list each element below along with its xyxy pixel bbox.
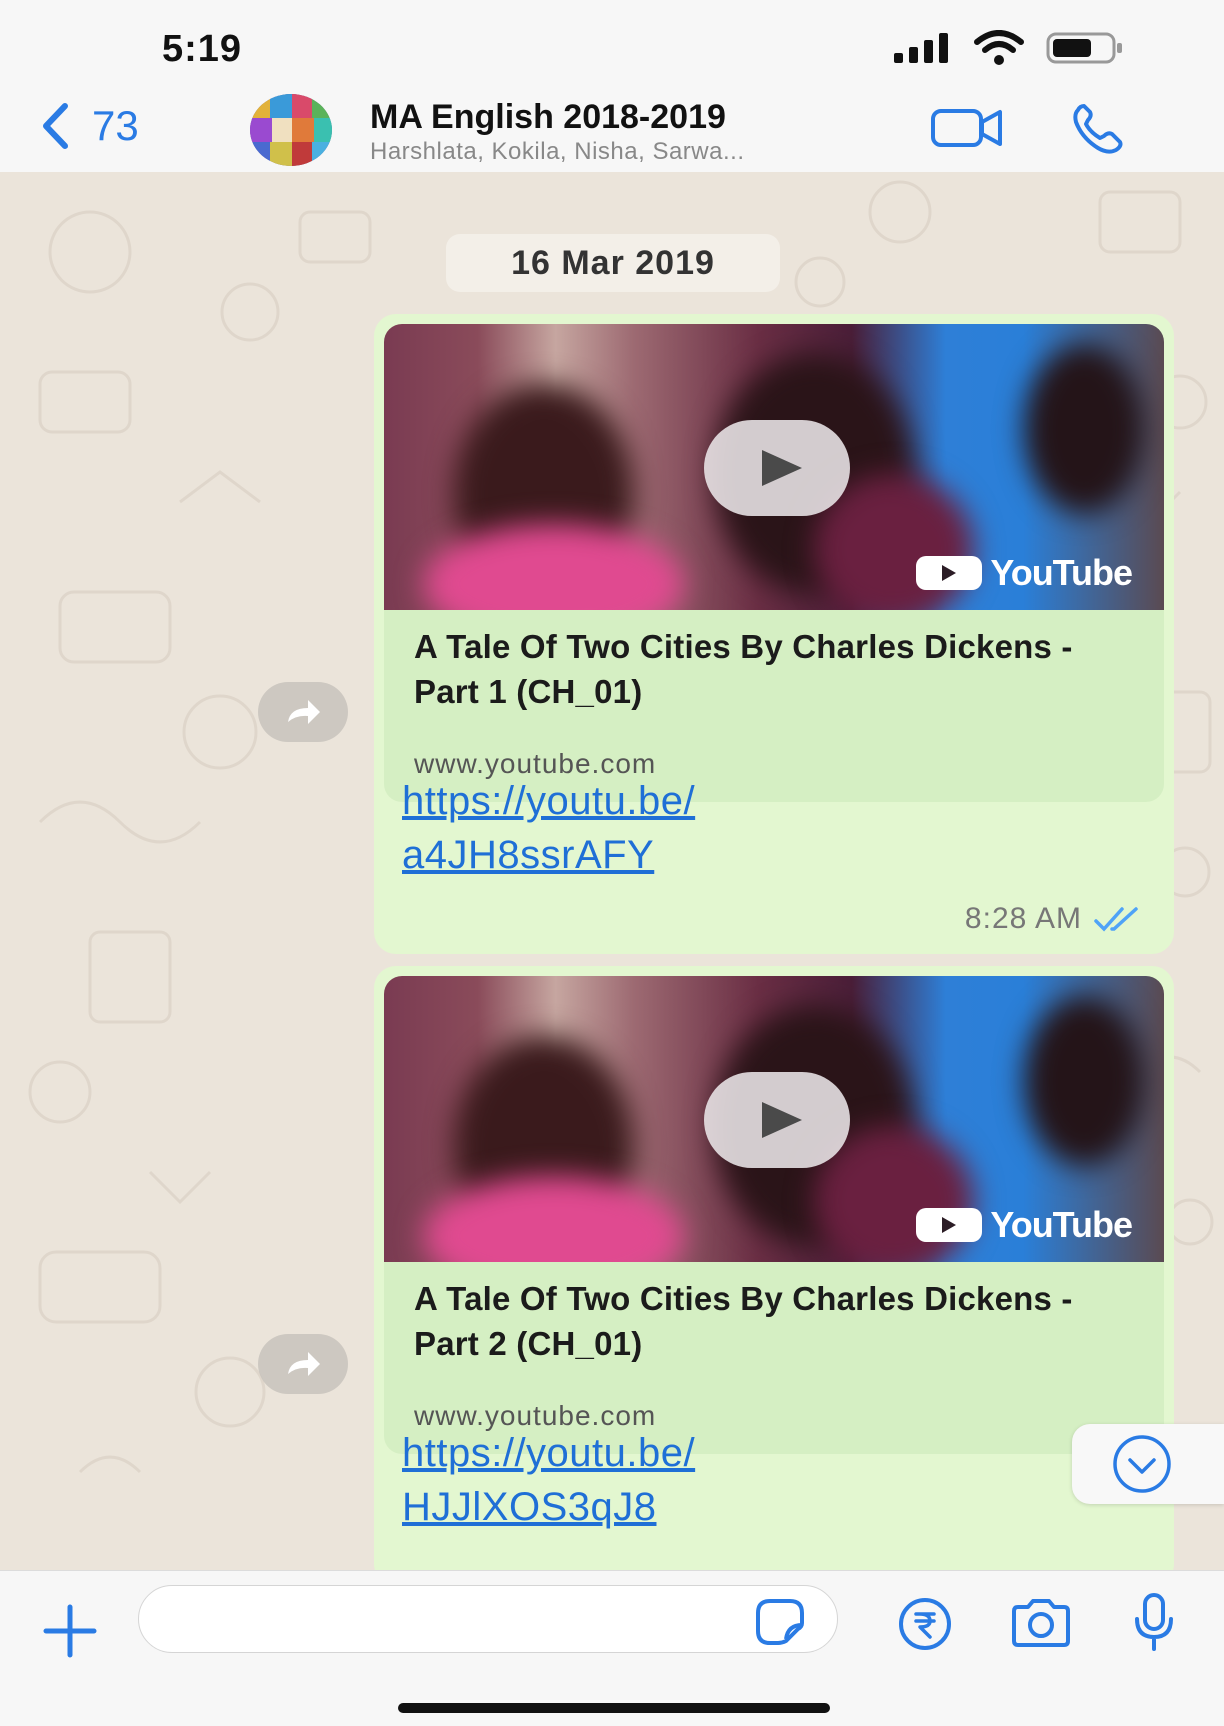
battery-icon [1046, 32, 1122, 64]
attach-button[interactable] [40, 1601, 100, 1666]
forward-arrow-icon [288, 700, 320, 724]
youtube-wordmark: YouTube [990, 1204, 1133, 1245]
wifi-icon [974, 30, 1024, 65]
video-thumbnail[interactable]: YouTube [384, 976, 1164, 1262]
message-link[interactable]: https://youtu.be/ a4JH8ssrAFY [402, 774, 695, 882]
phone-icon [1073, 104, 1123, 154]
forward-button[interactable] [258, 682, 348, 742]
video-call-button[interactable] [930, 108, 1004, 153]
play-icon [762, 1102, 802, 1138]
scroll-to-bottom-button[interactable] [1072, 1424, 1224, 1504]
plus-icon [43, 1604, 97, 1658]
payment-button[interactable] [896, 1595, 954, 1658]
back-button[interactable]: 73 [40, 102, 139, 150]
message-input[interactable] [138, 1585, 838, 1653]
home-indicator[interactable] [398, 1703, 830, 1713]
camera-icon [1012, 1599, 1070, 1647]
youtube-logo: YouTube [916, 552, 1133, 594]
group-name[interactable]: MA English 2018-2019 [370, 98, 726, 137]
sticker-button[interactable] [752, 1597, 808, 1650]
video-thumbnail[interactable]: YouTube [384, 324, 1164, 610]
message-link-line2[interactable]: HJJlXOS3qJ8 [402, 1480, 695, 1534]
message-link-line1[interactable]: https://youtu.be/ [402, 1426, 695, 1480]
message-link-line2[interactable]: a4JH8ssrAFY [402, 828, 695, 882]
group-participants[interactable]: Harshlata, Kokila, Nisha, Sarwa... [370, 138, 744, 166]
message-time: 8:28 AM [964, 902, 1082, 935]
link-preview-card[interactable]: YouTube A Tale Of Two Cities By Charles … [384, 976, 1164, 1454]
link-preview-card[interactable]: YouTube A Tale Of Two Cities By Charles … [384, 324, 1164, 802]
play-button[interactable] [704, 420, 850, 516]
message-link[interactable]: https://youtu.be/ HJJlXOS3qJ8 [402, 1426, 695, 1534]
double-check-icon [1094, 907, 1138, 932]
status-time: 5:19 [162, 28, 243, 70]
status-bar: 5:19 [0, 0, 1224, 95]
outgoing-message[interactable]: YouTube A Tale Of Two Cities By Charles … [374, 314, 1174, 954]
forward-button[interactable] [258, 1334, 348, 1394]
whatsapp-chat-screen: 5:19 73 MA English 2018-2019 Harshlata, … [0, 0, 1224, 1726]
date-separator: 16 Mar 2019 [446, 234, 780, 292]
play-button[interactable] [704, 1072, 850, 1168]
chat-header: 73 MA English 2018-2019 Harshlata, Kokil… [0, 88, 1224, 173]
chevron-left-icon [43, 103, 68, 149]
rupee-payment-icon [899, 1598, 951, 1650]
chevron-down-circle-icon [1113, 1435, 1171, 1493]
preview-title: A Tale Of Two Cities By Charles Dickens … [414, 1280, 1073, 1362]
group-avatar[interactable] [250, 94, 332, 166]
video-camera-icon [931, 109, 1002, 147]
message-input-bar [0, 1570, 1224, 1726]
preview-title: A Tale Of Two Cities By Charles Dickens … [414, 628, 1073, 710]
microphone-icon [1135, 1593, 1173, 1651]
voice-call-button[interactable] [1070, 104, 1126, 161]
camera-button[interactable] [1008, 1597, 1074, 1654]
unread-count: 73 [92, 102, 139, 149]
chat-area[interactable]: 16 Mar 2019 YouTube A Tale Of Two Cities… [0, 172, 1224, 1570]
cellular-signal-icon [894, 33, 948, 63]
status-icons [894, 30, 1124, 66]
forward-arrow-icon [288, 1352, 320, 1376]
group-avatar-image [250, 94, 332, 166]
message-meta: 8:28 AM [965, 902, 1144, 936]
youtube-wordmark: YouTube [990, 552, 1133, 593]
message-link-line1[interactable]: https://youtu.be/ [402, 774, 695, 828]
youtube-play-icon [916, 1208, 983, 1242]
outgoing-message[interactable]: YouTube A Tale Of Two Cities By Charles … [374, 966, 1174, 1570]
youtube-play-icon [916, 556, 983, 590]
microphone-button[interactable] [1132, 1591, 1176, 1658]
sticker-icon [756, 1599, 804, 1645]
play-icon [762, 450, 802, 486]
youtube-logo: YouTube [916, 1204, 1133, 1246]
